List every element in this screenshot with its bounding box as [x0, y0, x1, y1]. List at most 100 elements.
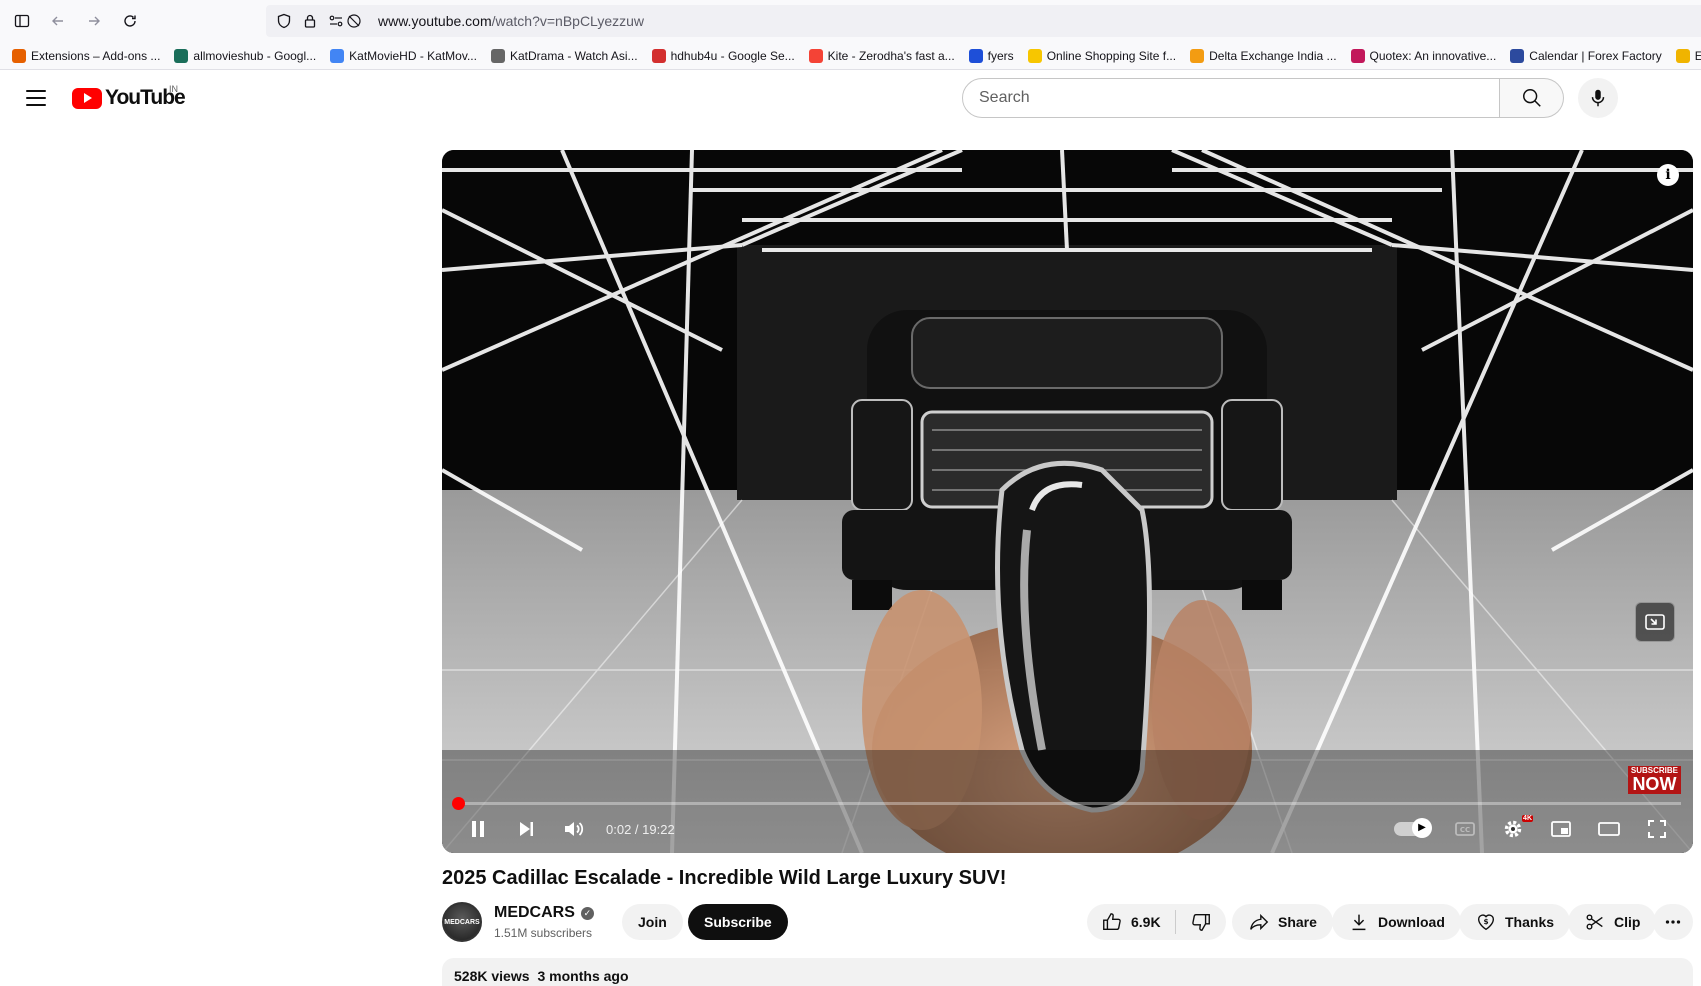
bookmark-label: Extensions – Add-ons ... [31, 49, 161, 63]
theater-mode-button[interactable] [1585, 805, 1633, 853]
more-actions-button[interactable] [1653, 904, 1693, 940]
bookmark-item[interactable]: fyers [968, 49, 1014, 63]
thumbs-down-icon [1191, 913, 1210, 931]
bookmark-favicon-icon [490, 49, 505, 63]
bookmark-item[interactable]: Extensions – Add-ons ... [12, 49, 160, 63]
bookmark-item[interactable]: Online Shopping Site f... [1027, 49, 1177, 63]
video-title: 2025 Cadillac Escalade - Incredible Wild… [442, 867, 1007, 889]
fullscreen-button[interactable] [1633, 805, 1681, 853]
autoplay-toggle[interactable] [1393, 805, 1441, 853]
clip-label: Clip [1614, 914, 1641, 930]
bookmark-favicon-icon [12, 49, 26, 63]
miniplayer-overlay-icon[interactable] [1635, 602, 1675, 642]
bookmark-label: fyers [987, 49, 1014, 63]
bookmark-item[interactable]: Quotex: An innovative... [1350, 49, 1497, 63]
description-box[interactable]: 528K views 3 months ago [442, 958, 1693, 986]
bookmark-item[interactable]: Calendar | Forex Factory [1510, 49, 1662, 63]
settings-button[interactable]: 4K [1489, 805, 1537, 853]
youtube-logo[interactable]: YouTube [72, 86, 186, 110]
more-horizontal-icon [1665, 920, 1681, 924]
voice-search-button[interactable] [1578, 78, 1618, 118]
channel-row: MEDCARS MEDCARS ✓ 1.51M subscribers Join… [442, 900, 1693, 944]
forward-arrow-icon[interactable] [76, 3, 112, 39]
bookmark-favicon-icon [330, 49, 345, 63]
video-player[interactable]: i SUBSCRIBE NOW 0:02 / 19:22 CC 4K [442, 150, 1693, 853]
bookmark-item[interactable]: KatDrama - Watch Asi... [490, 49, 638, 63]
thanks-label: Thanks [1505, 914, 1555, 930]
bookmark-item[interactable]: allmovieshub - Googl... [174, 49, 316, 63]
download-button[interactable]: Download [1332, 904, 1461, 940]
back-arrow-icon[interactable] [40, 3, 76, 39]
captions-button[interactable]: CC [1441, 805, 1489, 853]
autoplay-blocked-icon[interactable] [346, 13, 362, 29]
like-count: 6.9K [1131, 914, 1161, 930]
bookmark-favicon-icon [1675, 49, 1690, 63]
like-button[interactable]: 6.9K [1087, 904, 1175, 940]
menu-icon[interactable] [20, 82, 52, 114]
bookmark-item[interactable]: KatMovieHD - KatMov... [330, 49, 477, 63]
microphone-icon [1591, 89, 1605, 107]
bookmark-label: Ex [1694, 49, 1701, 63]
channel-avatar[interactable]: MEDCARS [442, 902, 482, 942]
thumbs-up-icon [1103, 913, 1121, 931]
thanks-button[interactable]: $ Thanks [1459, 904, 1571, 940]
player-controls: 0:02 / 19:22 CC 4K [442, 805, 1693, 853]
miniplayer-icon [1551, 821, 1571, 837]
volume-button[interactable] [550, 805, 598, 853]
dislike-button[interactable] [1176, 904, 1226, 940]
bookmark-favicon-icon [1190, 49, 1205, 63]
clip-button[interactable]: Clip [1568, 904, 1657, 940]
download-label: Download [1378, 914, 1445, 930]
bookmark-item[interactable]: Kite - Zerodha's fast a... [808, 49, 955, 63]
share-label: Share [1278, 914, 1317, 930]
miniplayer-button[interactable] [1537, 805, 1585, 853]
bookmark-item[interactable]: hdhub4u - Google Se... [651, 49, 795, 63]
bookmark-favicon-icon [1027, 49, 1042, 63]
next-button[interactable] [502, 805, 550, 853]
pause-icon [472, 821, 484, 837]
bookmark-label: KatMovieHD - KatMov... [349, 49, 477, 63]
search-icon [1522, 89, 1541, 107]
sidebar-toggle-icon[interactable] [4, 3, 40, 39]
search-box [962, 78, 1500, 118]
browser-toolbar: www.youtube.com/watch?v=nBpCLyezzuw Exte… [0, 0, 1701, 70]
tracking-shield-icon[interactable] [276, 13, 292, 29]
url-host: www.youtube.com [378, 13, 492, 29]
video-frame[interactable] [442, 150, 1693, 853]
permissions-icon[interactable] [328, 13, 344, 29]
url-text[interactable]: www.youtube.com/watch?v=nBpCLyezzuw [378, 13, 644, 29]
bookmark-label: Online Shopping Site f... [1046, 49, 1177, 63]
bookmark-item[interactable]: Delta Exchange India ... [1190, 49, 1337, 63]
channel-name-link[interactable]: MEDCARS ✓ [494, 904, 594, 922]
search-input[interactable] [979, 89, 1499, 107]
duration: 19:22 [642, 821, 675, 837]
join-button[interactable]: Join [622, 904, 683, 940]
watermark-bottom-text: NOW [1632, 774, 1677, 794]
bookmarks-bar: Extensions – Add-ons ... allmovieshub - G… [0, 44, 1701, 68]
search-button[interactable] [1500, 78, 1564, 118]
bookmark-label: hdhub4u - Google Se... [670, 49, 795, 63]
bookmark-label: Kite - Zerodha's fast a... [827, 49, 955, 63]
reload-icon[interactable] [112, 3, 148, 39]
share-button[interactable]: Share [1232, 904, 1333, 940]
country-code: IN [169, 84, 178, 94]
info-icon[interactable]: i [1657, 164, 1679, 186]
svg-text:CC: CC [1460, 826, 1470, 834]
youtube-header: YouTube IN [0, 70, 1701, 126]
like-dislike-group: 6.9K [1087, 904, 1226, 940]
volume-icon [565, 822, 584, 836]
pause-button[interactable] [454, 805, 502, 853]
youtube-play-icon [72, 87, 102, 109]
bookmark-label: allmovieshub - Googl... [193, 49, 317, 63]
verified-icon: ✓ [580, 906, 594, 920]
bookmark-favicon-icon [968, 49, 983, 63]
theater-icon [1598, 822, 1620, 836]
lock-icon[interactable] [302, 13, 318, 29]
thanks-heart-icon: $ [1477, 914, 1495, 931]
bookmark-label: Quotex: An innovative... [1369, 49, 1497, 63]
bookmark-item[interactable]: Ex [1675, 49, 1701, 63]
channel-name: MEDCARS [494, 904, 575, 921]
address-bar[interactable]: www.youtube.com/watch?v=nBpCLyezzuw [266, 5, 1701, 37]
subscribe-button[interactable]: Subscribe [688, 904, 788, 940]
bookmark-favicon-icon [1350, 49, 1365, 63]
